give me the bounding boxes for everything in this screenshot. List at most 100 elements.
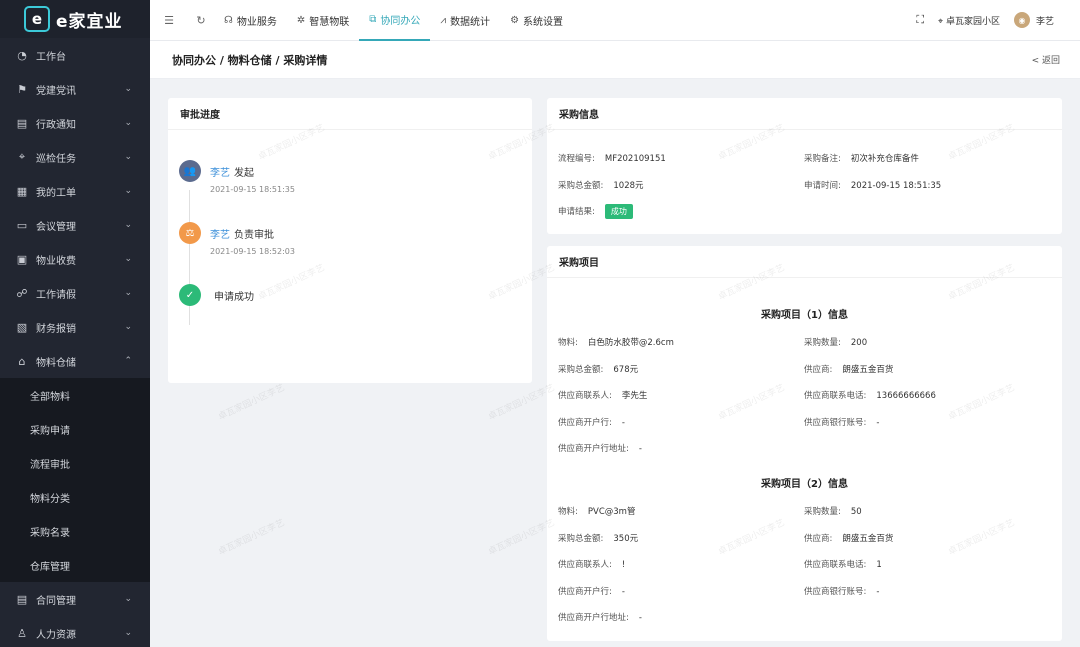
sidebar-item-contract[interactable]: ▤ 合同管理 ⌄ [0,582,150,616]
submenu-item[interactable]: 采购名录 [0,514,150,548]
user-name: 李艺 [1035,16,1054,27]
item-bank-addr-field: 供应商开户行地址: - [558,611,642,623]
tab-label: 物业服务 [236,16,277,28]
field-label: 供应商银行账号: [804,417,867,428]
tab-iot[interactable]: ✲ 智慧物联 [287,0,359,41]
logo-text: e家宜业 [56,11,123,32]
sidebar-item-dashboard[interactable]: ◔ 工作台 [0,38,150,72]
sidebar-item-meeting[interactable]: ▭ 会议管理 ⌄ [0,208,150,242]
chevron-icon: ⌄ [124,322,132,332]
field-label: 流程编号: [558,154,595,164]
step-user[interactable]: 李艺 [210,168,230,179]
tab-chart[interactable]: ⩘ 数据统计 [430,0,500,41]
tab-label: 数据统计 [450,16,491,28]
step-title: 申请成功 [210,288,254,303]
field-value: 李先生 [621,391,648,401]
item-heading: 采购项目（2）信息 [761,479,848,490]
field-label: 供应商开户行地址: [558,613,629,623]
purchase-info-title: 采购信息 [547,98,1062,130]
submenu-item[interactable]: 全部物料 [0,378,150,412]
sidebar-item-label: 我的工单 [36,187,76,199]
sidebar-item-location[interactable]: ⌖ 巡检任务 ⌄ [0,140,150,174]
field-value: 朗盛五金百货 [842,364,894,375]
remark-field: 采购备注: 初次补充仓库备件 [804,152,919,164]
submenu-item[interactable]: 仓库管理 [0,548,150,582]
purchase-info-card: 采购信息 流程编号: MF202109151 采购备注: 初次补充仓库备件 采购总金… [547,98,1062,234]
sidebar-item-finance[interactable]: ▧ 财务报销 ⌄ [0,310,150,344]
back-link[interactable]: < 返回 [1032,53,1060,66]
field-label: 供应商开户行地址: [558,444,629,454]
sidebar-item-flag[interactable]: ⚑ 党建党讯 ⌄ [0,72,150,106]
field-label: 采购备注: [804,154,841,164]
submenu-item[interactable]: 采购申请 [0,412,150,446]
tab-headset[interactable]: ☊ 物业服务 [214,0,287,41]
sidebar-item-order[interactable]: ▦ 我的工单 ⌄ [0,174,150,208]
item-bank-addr-field: 供应商开户行地址: - [558,442,642,454]
sidebar-item-label: 工作请假 [36,289,76,301]
item-material-field: 物料: PVC@3m管 [558,505,635,517]
chevron-icon: ⌄ [124,628,132,638]
field-label: 采购总金额: [558,181,604,191]
item-qty-field: 采购数量: 50 [804,505,862,517]
field-label: 供应商开户行: [558,417,612,428]
sidebar-item-label: 行政通知 [36,119,76,131]
chevron-icon: ⌄ [124,152,132,162]
refresh-icon[interactable]: ↻ [188,14,214,27]
step-time: 2021-09-15 18:51:35 [210,185,295,194]
sidebar: e e家宜业 ◔ 工作台 ⚑ 党建党讯 ⌄ ▤ 行政通知 ⌄ ⌖ 巡检任务 ⌄ … [0,0,150,647]
submenu-warehouse: 全部物料 采购申请 流程审批 物料分类 采购名录 仓库管理 [0,378,150,582]
field-value: ! [621,560,626,570]
item-phone-field: 供应商联系电话: 13666666666 [804,389,936,401]
headset-icon: ☊ [224,14,233,26]
field-value: 350元 [613,533,639,544]
step-user[interactable]: 李艺 [210,230,230,241]
sidebar-item-warehouse[interactable]: ⌂ 物料仓储 ⌃ [0,344,150,378]
field-value: 1028元 [613,181,644,191]
sidebar-item-label: 物料仓储 [36,357,76,369]
approval-title: 审批进度 [168,98,532,130]
field-label: 供应商: [804,364,833,375]
step-action: 负责审批 [234,230,274,241]
fullscreen-icon[interactable]: ⛶ [916,13,924,27]
field-value: - [621,417,625,428]
field-label: 采购数量: [804,338,841,348]
chevron-icon: ⌄ [124,594,132,604]
item-account-field: 供应商银行账号: - [804,585,879,597]
item-amount-field: 采购总金额: 678元 [558,363,638,375]
user-menu[interactable]: ◉ 李艺 [1013,12,1054,28]
item-material-field: 物料: 白色防水胶带@2.6cm [558,336,674,348]
menu-fold-icon[interactable]: ☰ [156,14,182,27]
wallet-icon: ▣ [16,252,28,266]
field-label: 供应商联系电话: [804,560,867,570]
field-value: 1 [876,560,882,570]
submenu-item[interactable]: 物料分类 [0,480,150,514]
chevron-icon: ⌄ [124,186,132,196]
flag-icon: ⚑ [17,82,27,96]
step-action: 申请成功 [214,292,254,303]
field-value: 朗盛五金百货 [842,533,894,544]
field-value: 13666666666 [876,391,936,401]
total-field: 采购总金额: 1028元 [558,179,644,191]
sidebar-item-notice[interactable]: ▤ 行政通知 ⌄ [0,106,150,140]
item-heading: 采购项目（1）信息 [761,310,848,321]
item-supplier-field: 供应商: 朗盛五金百货 [804,532,893,544]
watermark: 卓瓦家园小区李艺 [216,383,287,423]
field-value: - [876,586,880,597]
tab-gear[interactable]: ⚙ 系统设置 [500,0,573,41]
result-field: 申请结果: 成功 [558,204,633,219]
field-value: PVC@3m管 [587,507,636,517]
location-pin-icon: ⌖ [938,16,944,27]
tab-office[interactable]: ⧉ 协同办公 [359,0,431,41]
watermark: 卓瓦家园小区李艺 [216,518,287,558]
sidebar-item-leave[interactable]: ☍ 工作请假 ⌄ [0,276,150,310]
item-contact-field: 供应商联系人: 李先生 [558,389,647,401]
field-value: - [876,417,880,428]
field-value: 200 [850,338,868,348]
chevron-icon: ⌄ [124,220,132,230]
community-selector[interactable]: ⌖ 卓瓦家园小区 [938,14,1000,27]
submenu-item[interactable]: 流程审批 [0,446,150,480]
sidebar-item-wallet[interactable]: ▣ 物业收费 ⌄ [0,242,150,276]
finance-icon: ▧ [16,320,28,334]
field-value: 50 [850,507,862,517]
sidebar-item-user[interactable]: ♙ 人力资源 ⌄ [0,616,150,647]
